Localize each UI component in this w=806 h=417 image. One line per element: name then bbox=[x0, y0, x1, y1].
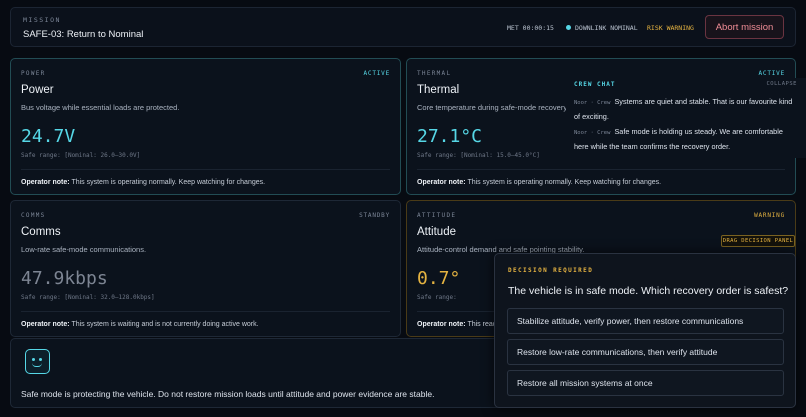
panel-label: COMMS bbox=[21, 212, 46, 219]
panel-label: ATTITUDE bbox=[417, 212, 457, 219]
status-badge: ACTIVE bbox=[758, 70, 785, 77]
divider bbox=[21, 311, 390, 312]
panel-description: Bus voltage while essential loads are pr… bbox=[21, 103, 180, 112]
operator-note: Operator note: This system is operating … bbox=[21, 179, 265, 186]
panel-title: Power bbox=[21, 84, 54, 96]
operator-note-label: Operator note: bbox=[417, 321, 466, 328]
comms-panel: COMMS STANDBY Comms Low-rate safe-mode c… bbox=[10, 200, 401, 337]
operator-note-label: Operator note: bbox=[21, 321, 70, 328]
chat-message: Noor · Crew Safe mode is holding us stead… bbox=[574, 125, 796, 153]
chat-message: Noor · Crew Systems are quiet and stable.… bbox=[574, 95, 796, 123]
panel-title: Attitude bbox=[417, 226, 456, 238]
operator-note-label: Operator note: bbox=[417, 179, 466, 186]
status-badge: WARNING bbox=[754, 212, 785, 219]
panel-description: Low-rate safe-mode communications. bbox=[21, 245, 147, 254]
panel-safe-range: Safe range: [Nominal: 32.0–128.0kbps] bbox=[21, 294, 155, 301]
decision-option[interactable]: Stabilize attitude, verify power, then r… bbox=[507, 308, 784, 334]
divider bbox=[417, 169, 785, 170]
operator-note-text: This system is operating normally. Keep … bbox=[465, 179, 662, 186]
status-dot-icon bbox=[566, 25, 571, 30]
mission-title: SAFE-03: Return to Nominal bbox=[23, 29, 144, 40]
chat-sender: Noor · Crew bbox=[574, 130, 611, 136]
panel-value: 27.1°C bbox=[417, 126, 483, 147]
operator-note-text: This system is operating normally. Keep … bbox=[69, 179, 266, 186]
decision-option[interactable]: Restore all mission systems at once bbox=[507, 370, 784, 396]
risk-badge: RISK WARNING bbox=[647, 24, 694, 32]
chat-sender: Noor · Crew bbox=[574, 100, 611, 106]
panel-description: Core temperature during safe-mode recove… bbox=[417, 103, 569, 112]
crew-chat-title: CREW CHAT bbox=[574, 81, 616, 88]
status-badge: ACTIVE bbox=[363, 70, 390, 77]
panel-label: POWER bbox=[21, 70, 46, 77]
operator-note-text: This system is waiting and is not curren… bbox=[69, 321, 259, 328]
met-clock: MET 00:00:15 bbox=[507, 24, 554, 32]
operator-note-label: Operator note: bbox=[21, 179, 70, 186]
downlink-label: DOWNLINK NOMINAL bbox=[575, 24, 638, 32]
abort-mission-button[interactable]: Abort mission bbox=[705, 15, 784, 39]
decision-question: The vehicle is in safe mode. Which recov… bbox=[508, 285, 789, 297]
divider bbox=[21, 169, 390, 170]
panel-safe-range: Safe range: [Nominal: 15.0–45.0°C] bbox=[417, 152, 540, 159]
panel-label: THERMAL bbox=[417, 70, 452, 77]
panel-title: Thermal bbox=[417, 84, 460, 96]
decision-panel: DECISION REQUIRED The vehicle is in safe… bbox=[494, 253, 796, 408]
decision-option[interactable]: Restore low-rate communications, then ve… bbox=[507, 339, 784, 365]
drag-decision-panel-handle[interactable]: DRAG DECISION PANEL bbox=[721, 235, 795, 247]
decision-eyebrow: DECISION REQUIRED bbox=[508, 267, 594, 274]
panel-value: 47.9kbps bbox=[21, 268, 108, 289]
operator-note: Operator note: This readi bbox=[417, 321, 498, 328]
crew-chat-panel: CREW CHAT COLLAPSE Noor · Crew Systems ar… bbox=[566, 78, 806, 158]
mission-header: MISSION SAFE-03: Return to Nominal MET 0… bbox=[10, 7, 796, 47]
panel-safe-range: Safe range: bbox=[417, 294, 457, 301]
panel-safe-range: Safe range: [Nominal: 26.0–30.0V] bbox=[21, 152, 141, 159]
operator-note: Operator note: This system is operating … bbox=[417, 179, 661, 186]
operator-note: Operator note: This system is waiting an… bbox=[21, 321, 259, 328]
panel-value: 24.7V bbox=[21, 126, 76, 147]
mission-eyebrow: MISSION bbox=[23, 16, 61, 24]
panel-value: 0.7° bbox=[417, 268, 461, 289]
power-panel: POWER ACTIVE Power Bus voltage while ess… bbox=[10, 58, 401, 195]
panel-title: Comms bbox=[21, 226, 61, 238]
status-badge: STANDBY bbox=[359, 212, 390, 219]
advisory-text: Safe mode is protecting the vehicle. Do … bbox=[21, 389, 435, 399]
downlink-status: DOWNLINK NOMINAL bbox=[566, 24, 638, 32]
collapse-chat-button[interactable]: COLLAPSE bbox=[767, 81, 798, 87]
assistant-robot-icon bbox=[25, 349, 50, 374]
